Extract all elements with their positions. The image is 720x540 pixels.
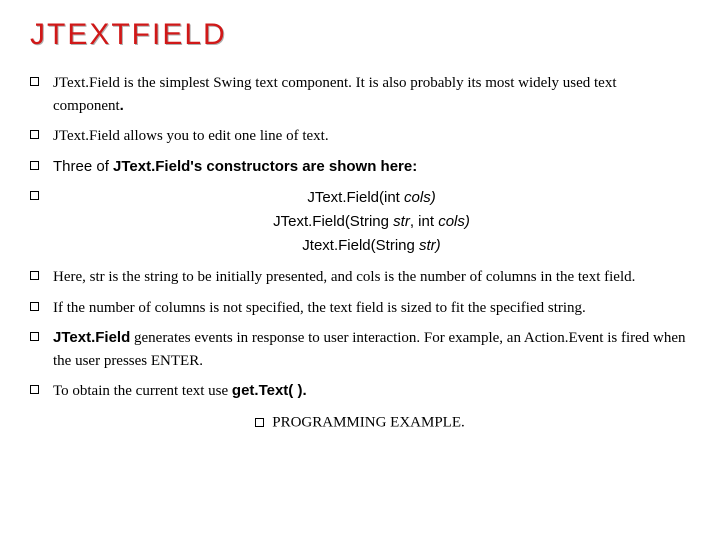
bullet-text: Here, str is the string to be initially … <box>53 266 690 289</box>
square-bullet-icon <box>30 302 39 311</box>
text-span: generates events in response to user int… <box>53 330 686 369</box>
text-span: JText.Field's constructors are shown her… <box>113 158 417 175</box>
text-span: get.Text( ). <box>232 382 307 399</box>
footer-line: PROGRAMMING EXAMPLE. <box>30 411 690 434</box>
text-span: str) <box>419 237 441 254</box>
bullet-text: To obtain the current text use get.Text(… <box>53 380 690 403</box>
square-bullet-icon <box>255 418 264 427</box>
square-bullet-icon <box>30 130 39 139</box>
bullet-list: JText.Field is the simplest Swing text c… <box>30 72 690 433</box>
text-span: Three of <box>53 158 113 175</box>
text-span: cols) <box>404 189 436 206</box>
square-bullet-icon <box>30 385 39 394</box>
bullet-item: To obtain the current text use get.Text(… <box>30 380 690 403</box>
text-span: Jtext.Field(String <box>302 237 419 254</box>
bullet-text: JText.Field generates events in response… <box>53 327 690 372</box>
page-title: JTEXTFIELD <box>30 18 690 52</box>
constructor-line: JText.Field(int cols) <box>53 186 690 210</box>
bullet-text: If the number of columns is not specifie… <box>53 297 690 320</box>
text-span: JText.Field(String <box>273 213 393 230</box>
constructor-line: Jtext.Field(String str) <box>53 234 690 258</box>
text-span: . <box>120 97 124 114</box>
bullet-item: Three of JText.Field's constructors are … <box>30 156 690 179</box>
square-bullet-icon <box>30 191 39 200</box>
bullet-text: Three of JText.Field's constructors are … <box>53 156 690 179</box>
square-bullet-icon <box>30 332 39 341</box>
constructor-list: JText.Field(int cols) JText.Field(String… <box>53 186 690 258</box>
bullet-item: Here, str is the string to be initially … <box>30 266 690 289</box>
text-span: , int <box>410 213 438 230</box>
text-span: JText.Field is the simplest Swing text c… <box>53 75 617 114</box>
bullet-item: JText.Field(int cols) JText.Field(String… <box>30 186 690 258</box>
text-span: To obtain the current text use <box>53 383 232 399</box>
bullet-item: JText.Field is the simplest Swing text c… <box>30 72 690 117</box>
bullet-item: JText.Field generates events in response… <box>30 327 690 372</box>
footer-text: PROGRAMMING EXAMPLE. <box>272 414 465 430</box>
text-span: str <box>393 213 410 230</box>
text-span: JText.Field(int <box>307 189 404 206</box>
bullet-item: If the number of columns is not specifie… <box>30 297 690 320</box>
bullet-text: JText.Field allows you to edit one line … <box>53 125 690 148</box>
square-bullet-icon <box>30 161 39 170</box>
square-bullet-icon <box>30 271 39 280</box>
constructor-line: JText.Field(String str, int cols) <box>53 210 690 234</box>
square-bullet-icon <box>30 77 39 86</box>
text-span: JText.Field <box>53 329 130 346</box>
bullet-text: JText.Field is the simplest Swing text c… <box>53 72 690 117</box>
bullet-item: JText.Field allows you to edit one line … <box>30 125 690 148</box>
text-span: cols) <box>438 213 470 230</box>
